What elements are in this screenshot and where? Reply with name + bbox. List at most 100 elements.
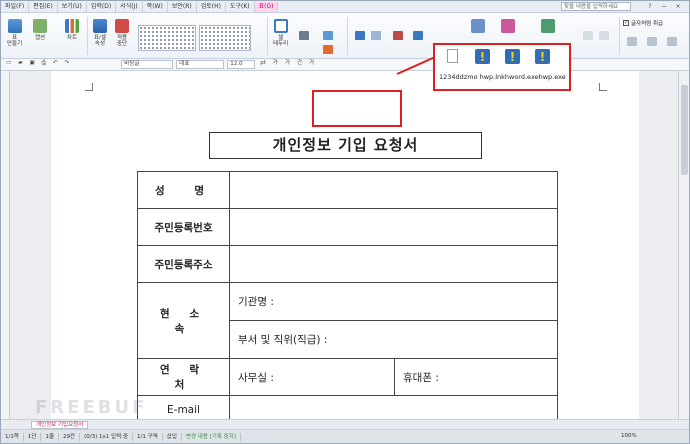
fill-color-icon[interactable] [323, 31, 333, 40]
zoom-level[interactable]: 100% [621, 433, 637, 439]
apply-stop-button[interactable]: 적용 중단 [115, 19, 129, 47]
open-icon[interactable]: ▰ [16, 60, 24, 69]
split-cells-icon[interactable] [371, 31, 381, 40]
blank-file-icon [447, 49, 458, 63]
vertical-scrollbar[interactable] [678, 71, 689, 423]
paste-button[interactable] [471, 19, 485, 33]
highlight-box [312, 90, 402, 127]
table-cell-properties-button[interactable]: 표/셀 속성 [93, 19, 107, 47]
embedded-file-4[interactable]: ! [535, 49, 550, 64]
ribbon-separator [267, 17, 268, 55]
name-cell[interactable] [229, 171, 558, 209]
treat-as-char-checkbox[interactable]: ✓ 글자처럼 취급 [623, 19, 663, 27]
save-icon[interactable]: ▣ [27, 60, 36, 69]
table-create-button[interactable]: 표 만들기 [7, 19, 22, 47]
bold-button[interactable]: 가 [271, 60, 280, 69]
page-corner-mark [599, 83, 607, 91]
style-select[interactable]: 바탕글 [121, 60, 174, 69]
document-tab-bar: 개인정보 기입요청서 [1, 419, 689, 429]
scrollbar-thumb[interactable] [681, 85, 688, 175]
formula-button[interactable] [501, 19, 515, 33]
delete-cells-icon[interactable] [393, 31, 403, 40]
underline-button[interactable]: 간 [295, 60, 304, 69]
status-section: 1/1 구역 [133, 432, 163, 441]
print-icon[interactable]: ⎙ [40, 60, 48, 69]
embedded-file-1[interactable] [447, 49, 458, 63]
unit-label: pt [260, 60, 266, 66]
menu-page[interactable]: 쪽(W) [143, 1, 168, 12]
wrap-icon[interactable] [627, 37, 637, 46]
undo-icon[interactable]: ↶ [51, 60, 60, 69]
align-icon[interactable] [583, 31, 593, 40]
font-size-input[interactable]: 12.0 [227, 60, 256, 69]
color-button[interactable]: 가 [307, 60, 316, 69]
embedded-file-2[interactable]: ! [475, 49, 490, 64]
resident-address-cell[interactable] [229, 245, 558, 283]
redo-icon[interactable]: ↷ [63, 60, 72, 69]
page-corner-mark [85, 83, 93, 91]
institution-cell[interactable]: 기관명 : [229, 282, 558, 321]
check-icon [115, 19, 129, 33]
italic-button[interactable]: 가 [283, 60, 292, 69]
insert-row-icon[interactable] [413, 31, 423, 40]
menu-table[interactable]: 표(G) [254, 1, 279, 12]
new-doc-icon[interactable]: ▭ [4, 60, 13, 69]
table-style-gallery-2[interactable] [199, 25, 251, 51]
caption-button[interactable]: 캡션 [33, 19, 47, 41]
menu-bar: 파일(F) 편집(E) 보기(U) 입력(D) 서식(J) 쪽(W) 보안(R)… [1, 1, 689, 13]
menu-edit[interactable]: 편집(E) [29, 1, 58, 12]
tab-document[interactable]: 개인정보 기입요청서 [31, 421, 89, 429]
help-icon[interactable]: ? [645, 2, 655, 11]
menu-security[interactable]: 보안(R) [168, 1, 197, 12]
warning-icon: ! [535, 49, 550, 64]
menu-insert[interactable]: 입력(D) [87, 1, 117, 12]
checkbox-icon: ✓ [623, 20, 629, 26]
border-icon [273, 19, 288, 33]
table-style-gallery[interactable] [138, 25, 196, 51]
hwp-window: 파일(F) 편집(E) 보기(U) 입력(D) 서식(J) 쪽(W) 보안(R)… [0, 0, 690, 444]
embedded-file-names: 1234ddzmo hwp.lnkhword.exehwp.exe [439, 73, 566, 81]
close-icon[interactable]: × [673, 2, 683, 11]
border-style-icon[interactable] [299, 31, 309, 40]
table-row: 연 락 처 사무실 : 휴대폰 : [137, 358, 558, 396]
chart-icon [65, 19, 79, 33]
line-color-icon[interactable] [323, 45, 333, 54]
document-title: 개인정보 기입 요청서 [209, 132, 482, 159]
status-page: 1/1쪽 [1, 432, 24, 441]
check-gray-icon[interactable] [599, 31, 609, 40]
warning-icon: ! [505, 49, 520, 64]
table-row: 현 소 속 기관명 : [137, 282, 558, 359]
status-line: 1줄 [41, 432, 60, 441]
menu-file[interactable]: 파일(F) [1, 1, 30, 12]
status-insert-mode[interactable]: 삽입 [163, 432, 182, 441]
menu-tools[interactable]: 도구(K) [226, 1, 255, 12]
help-search-input[interactable]: 찾을 내용을 입력하세요 [561, 2, 631, 11]
status-column: 1단 [24, 432, 42, 441]
minimize-icon[interactable]: − [659, 2, 669, 11]
table-row: 주민등록주소 [137, 245, 558, 283]
menu-view[interactable]: 보기(U) [58, 1, 87, 12]
resident-number-cell[interactable] [229, 208, 558, 246]
mobile-phone-cell[interactable]: 휴대폰 : [394, 358, 558, 396]
chart-button[interactable]: 차트 [65, 19, 79, 41]
merge-cells-icon[interactable] [355, 31, 365, 40]
order-icon[interactable] [667, 37, 677, 46]
status-track-changes[interactable]: 변경 내용 [기록 중지] [182, 432, 241, 441]
table-row: 주민등록번호 [137, 208, 558, 246]
paste-icon [471, 19, 485, 33]
position-icon[interactable] [647, 37, 657, 46]
fill-button[interactable] [541, 19, 555, 33]
cell-properties-icon [93, 19, 107, 33]
fill-icon [541, 19, 555, 33]
status-bar: 1/1쪽 1단 1줄 29칸 (0/3) 1x1 입력:중 1/1 구역 삽입 … [1, 429, 689, 443]
menu-review[interactable]: 검토(H) [197, 1, 226, 12]
embedded-file-3[interactable]: ! [505, 49, 520, 64]
font-select[interactable]: 대표 [176, 60, 225, 69]
office-phone-cell[interactable]: 사무실 : [229, 358, 395, 396]
label-resident-address: 주민등록주소 [137, 245, 230, 283]
cell-border-button[interactable]: 셀 테두리 [273, 19, 288, 47]
ribbon-toolbar: 표 만들기 캡션 차트 표/셀 속성 적용 중단 셀 테두리 ✓ 글자처럼 취급 [1, 13, 689, 59]
warning-icon: ! [475, 49, 490, 64]
department-position-cell[interactable]: 부서 및 직위(직급) : [229, 320, 558, 359]
menu-format[interactable]: 서식(J) [116, 1, 143, 12]
